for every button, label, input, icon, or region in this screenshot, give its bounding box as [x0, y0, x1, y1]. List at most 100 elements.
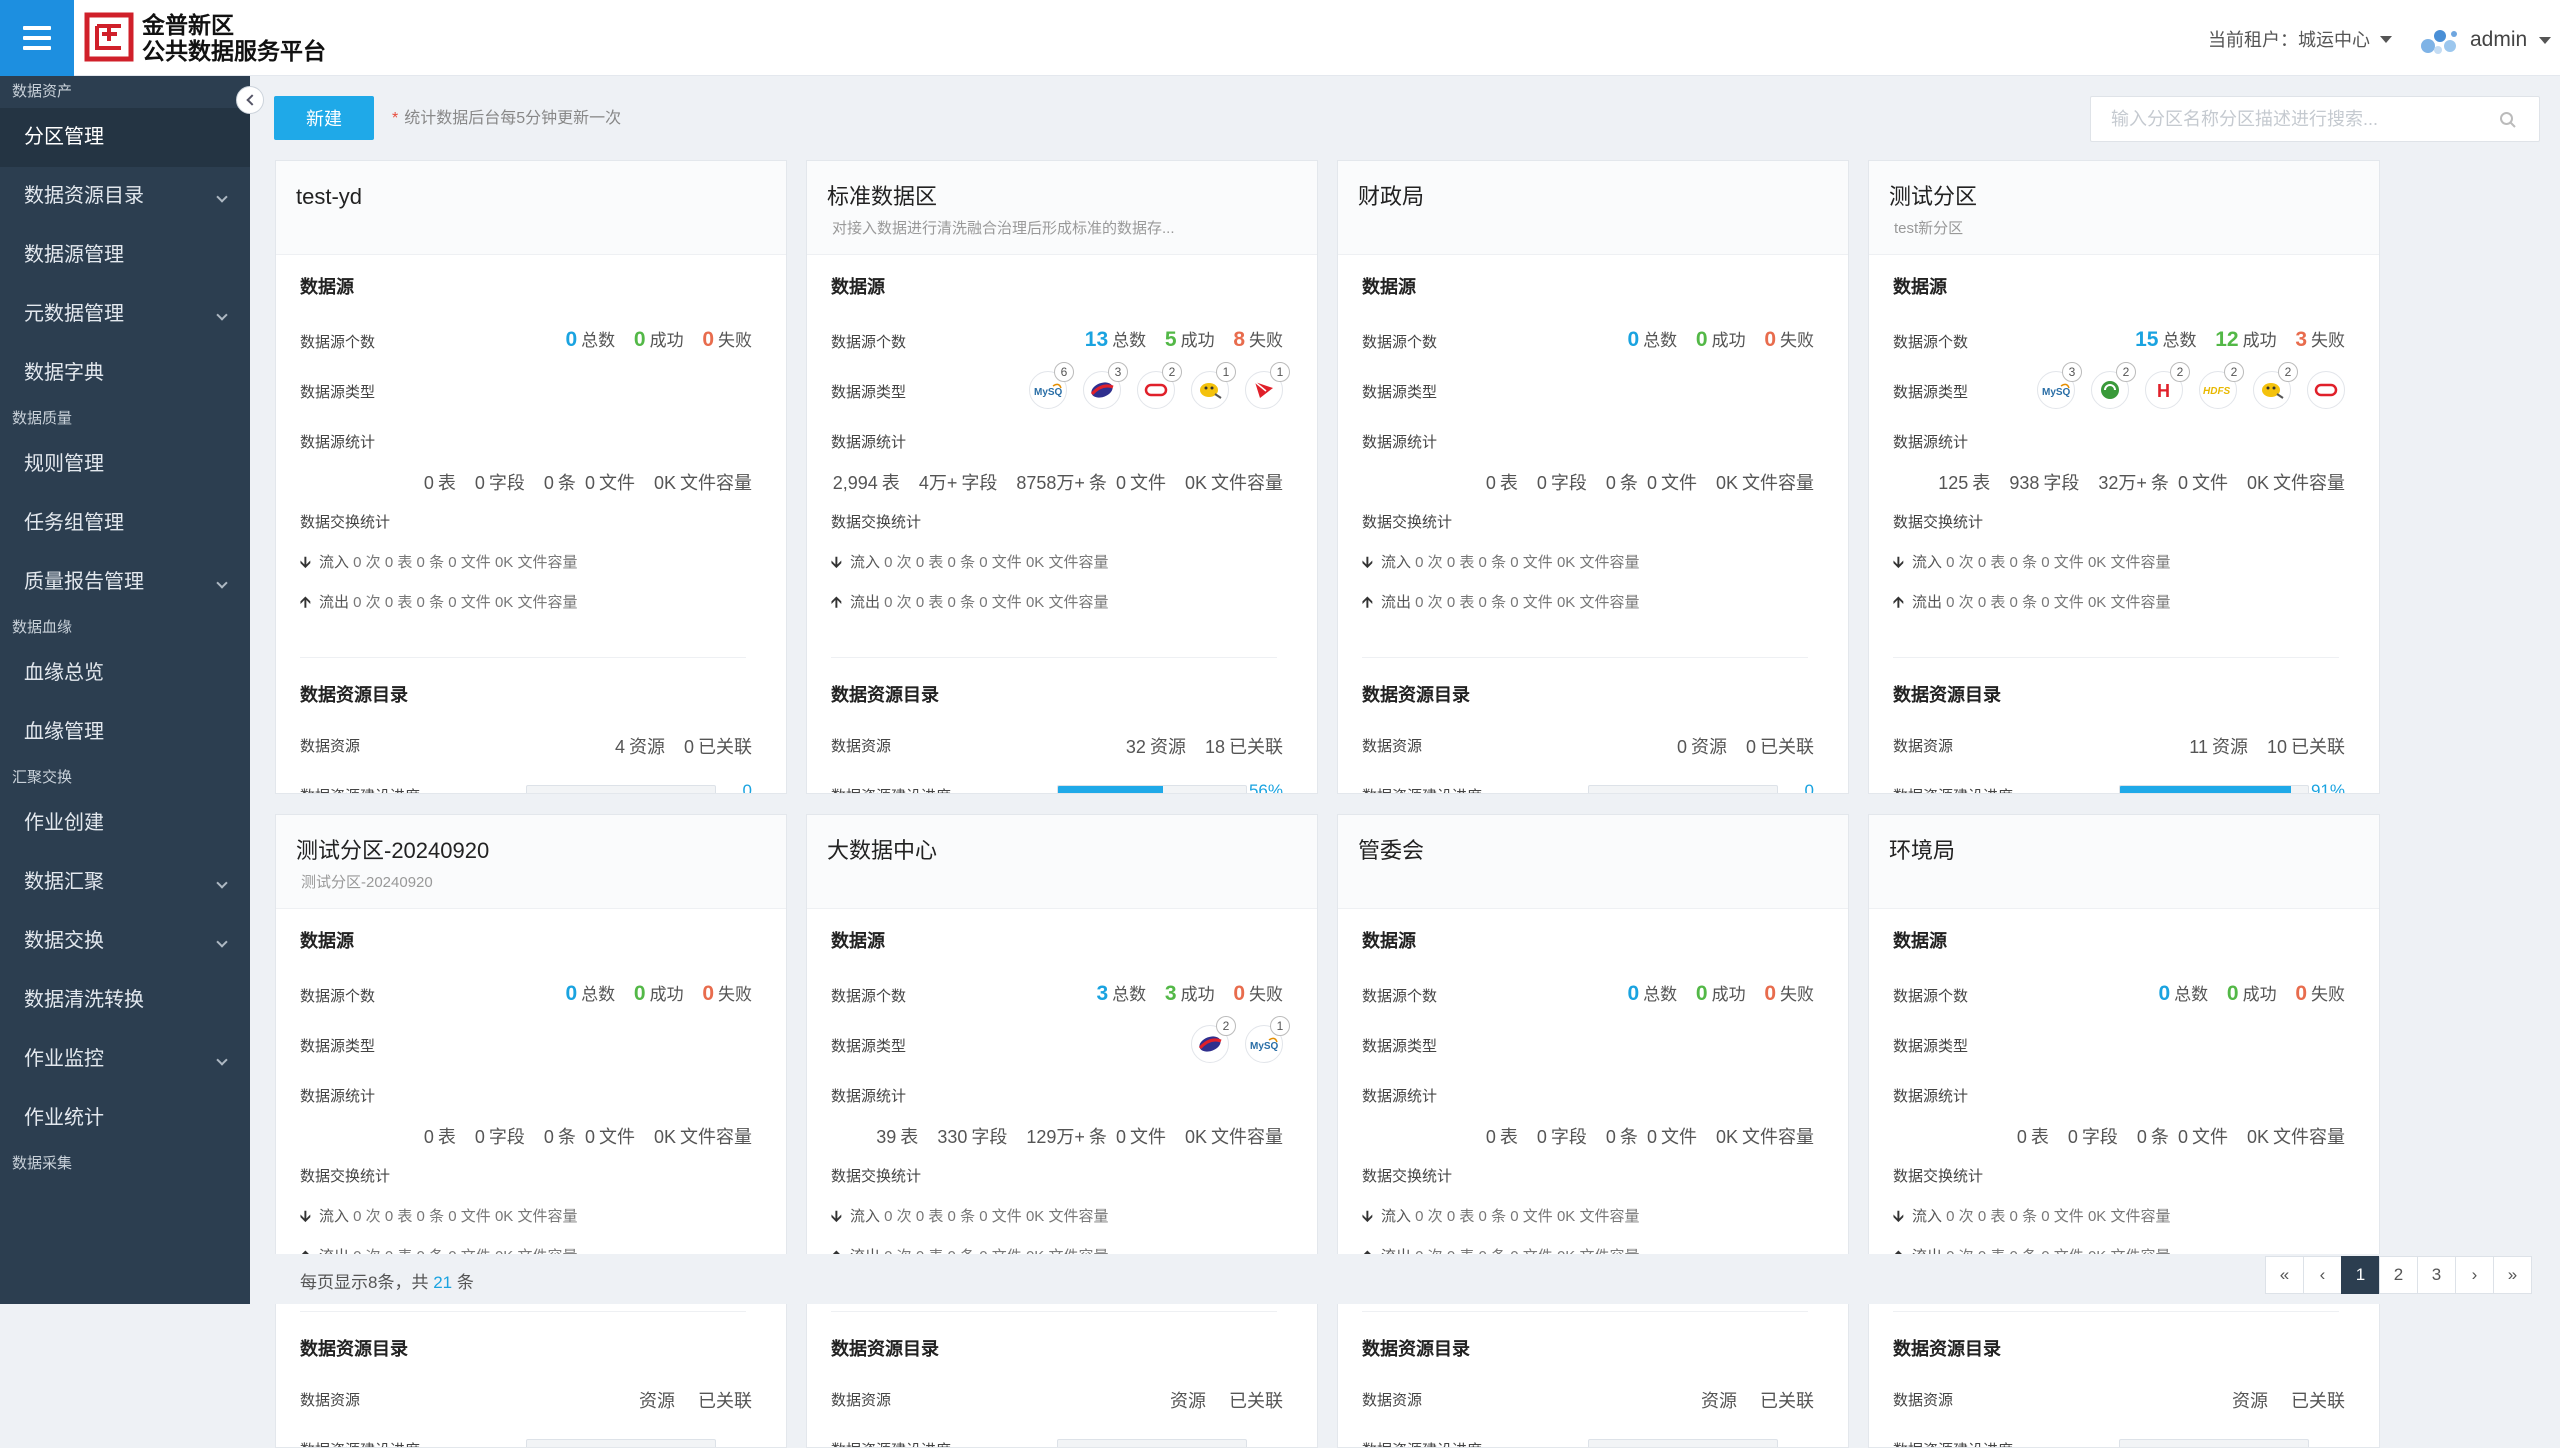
success-count: 0 [633, 982, 646, 1005]
fail-count: 0 [702, 328, 714, 351]
resource-stats: 资源 已关联 [1700, 1391, 1814, 1411]
partition-card[interactable]: test-yd 数据源 数据源个数 0 总数 0 成功 0 失败 数据源类型 数据源统… [275, 160, 787, 794]
exchange-stat-label: 数据交换统计 [831, 1168, 922, 1185]
hive-icon[interactable]: 2 [2253, 362, 2298, 409]
sidebar-item[interactable]: 数据源管理 [0, 226, 250, 285]
oracle-icon[interactable] [2307, 371, 2345, 409]
source-count-badge: 2 [2116, 362, 2136, 382]
ftp-icon[interactable]: 1 [1245, 362, 1290, 409]
tenant-selector[interactable]: 当前租户： 城运中心 [2208, 26, 2392, 52]
partition-card[interactable]: 管委会 数据源 数据源个数 0 总数 0 成功 0 失败 数据源类型 数据源统计 0表… [1337, 814, 1849, 1448]
datasource-type-label: 数据源类型 [1362, 1038, 1438, 1055]
progress-bar [526, 1439, 716, 1447]
sidebar-item-label: 规则管理 [24, 453, 104, 475]
sidebar-item-label: 元数据管理 [24, 303, 124, 325]
outflow-stats: 🡩 流出 0 次 0 表 0 条 0 文件 0K 文件容量 [300, 594, 578, 611]
partition-card[interactable]: 标准数据区 对接入数据进行清洗融合治理后形成标准的数据存... 数据源 数据源个… [806, 160, 1318, 794]
divider [300, 657, 746, 658]
mongodb-icon[interactable]: 3 [1083, 362, 1128, 409]
sidebar-item[interactable]: 作业创建 [0, 794, 250, 853]
sidebar-item[interactable]: 数据字典 [0, 344, 250, 403]
mysql-icon[interactable]: MySQL 3 [2037, 362, 2082, 409]
success-count: 5 [1164, 328, 1177, 351]
mongodb-icon[interactable]: 2 [1191, 1016, 1236, 1063]
sidebar-item[interactable]: 作业监控 [0, 1030, 250, 1089]
datasource-count-label: 数据源个数 [1893, 334, 1969, 351]
prev-page-button[interactable]: ‹ [2303, 1256, 2342, 1294]
sidebar-item[interactable]: 任务组管理 [0, 494, 250, 553]
progress-bar [1057, 785, 1247, 793]
datasource-stats: 0表 0 字段 0条 0 文件 0K 文件容量 [1485, 473, 1814, 493]
datasource-stats: 0表 0 字段 0条 0 文件 0K 文件容量 [423, 1127, 752, 1147]
oracle-icon[interactable]: 2 [1137, 362, 1182, 409]
hdfs-icon[interactable]: HDFS 2 [2199, 362, 2244, 409]
sidebar-item-label: 血缘总览 [24, 662, 104, 684]
partition-card[interactable]: 测试分区 test新分区 数据源 数据源个数 15 总数 12 成功 3 失败 数据源… [1868, 160, 2380, 794]
partition-card[interactable]: 财政局 数据源 数据源个数 0 总数 0 成功 0 失败 数据源类型 数据源统计 0表… [1337, 160, 1849, 794]
sidebar-item[interactable]: 血缘管理 [0, 703, 250, 762]
partition-card[interactable]: 环境局 数据源 数据源个数 0 总数 0 成功 0 失败 数据源类型 数据源统计 0表… [1868, 814, 2380, 1448]
page-2-button[interactable]: 2 [2379, 1256, 2418, 1294]
last-page-button[interactable]: » [2493, 1256, 2532, 1294]
sidebar-item-label: 数据字典 [24, 362, 104, 384]
mysql-icon[interactable]: MySQL 6 [1029, 362, 1074, 409]
hbase-icon[interactable]: H2 [2145, 362, 2190, 409]
new-partition-button[interactable]: 新建 [274, 96, 374, 140]
sidebar-item[interactable]: 血缘总览 [0, 644, 250, 703]
sidebar-item[interactable]: 数据清洗转换 [0, 971, 250, 1030]
partition-card[interactable]: 测试分区-20240920 测试分区-20240920 数据源 数据源个数 0总… [275, 814, 787, 1448]
progress-bar [1057, 1439, 1247, 1447]
divider [1362, 1311, 1808, 1312]
next-page-button[interactable]: › [2455, 1256, 2494, 1294]
collapse-sidebar-icon[interactable] [236, 86, 264, 114]
success-count: 0 [1695, 328, 1708, 351]
card-header: 标准数据区 对接入数据进行清洗融合治理后形成标准的数据存... [807, 161, 1317, 255]
sidebar-item-label: 数据清洗转换 [24, 989, 144, 1011]
card-title: 大数据中心 [827, 838, 938, 863]
sidebar-item[interactable]: 数据资源目录 [0, 167, 250, 226]
datasource-count-label: 数据源个数 [300, 988, 376, 1005]
page-1-button[interactable]: 1 [2341, 1256, 2380, 1294]
page-3-button[interactable]: 3 [2417, 1256, 2456, 1294]
greenplum-icon[interactable]: 2 [2091, 362, 2136, 409]
sidebar-item-label: 任务组管理 [24, 512, 124, 534]
search-icon[interactable] [2499, 111, 2517, 129]
pagination: « ‹ 1 2 3 › » [2265, 1256, 2532, 1294]
outflow-arrow-icon: 🡩 [831, 594, 842, 611]
sidebar-item[interactable]: 元数据管理 [0, 285, 250, 344]
sidebar-item[interactable]: 质量报告管理 [0, 553, 250, 612]
card-title: 标准数据区 [827, 184, 938, 209]
mysql-icon[interactable]: MySQL 1 [1245, 1016, 1290, 1063]
sidebar-item[interactable]: 分区管理 [0, 108, 250, 167]
sidebar-section-title: 数据采集 [12, 1155, 73, 1172]
resource-stats: 资源 已关联 [2231, 1391, 2345, 1411]
search-box[interactable] [2090, 96, 2540, 142]
fail-count: 0 [1233, 982, 1245, 1005]
tenant-value: 城运中心 [2298, 30, 2370, 50]
fail-count: 0 [1764, 328, 1776, 351]
datasource-heading: 数据源 [1893, 277, 1947, 297]
partition-card[interactable]: 大数据中心 数据源 数据源个数 3总数 3成功 0失败 数据源类型 2 MySQL… [806, 814, 1318, 1448]
chevron-down-icon [216, 191, 228, 203]
chevron-down-icon [216, 936, 228, 948]
sidebar-item[interactable]: 数据汇聚 [0, 853, 250, 912]
exchange-stat-label: 数据交换统计 [300, 1168, 391, 1185]
datasource-stat-label: 数据源统计 [831, 1088, 907, 1105]
hive-icon[interactable]: 1 [1191, 362, 1236, 409]
search-input[interactable] [2091, 97, 2471, 141]
sidebar-item[interactable]: 规则管理 [0, 435, 250, 494]
total-count: 21 [433, 1273, 453, 1292]
sidebar-item[interactable]: 作业统计 [0, 1089, 250, 1148]
exchange-stat-label: 数据交换统计 [1893, 1168, 1984, 1185]
hamburger-menu-icon[interactable] [0, 0, 74, 76]
datasource-count-label: 数据源个数 [1893, 988, 1969, 1005]
datasource-count-label: 数据源个数 [1362, 334, 1438, 351]
first-page-button[interactable]: « [2265, 1256, 2304, 1294]
card-header: 测试分区 test新分区 [1869, 161, 2379, 255]
resource-label: 数据资源 [1893, 738, 1954, 755]
user-menu[interactable]: admin [2418, 22, 2552, 58]
resource-label: 数据资源 [1893, 1392, 1954, 1409]
sidebar-item[interactable]: 数据交换 [0, 912, 250, 971]
avatar [2421, 30, 2457, 54]
inflow-stats: 🡫 流入 0 次 0 表 0 条 0 文件 0K 文件容量 [1362, 1208, 1640, 1225]
